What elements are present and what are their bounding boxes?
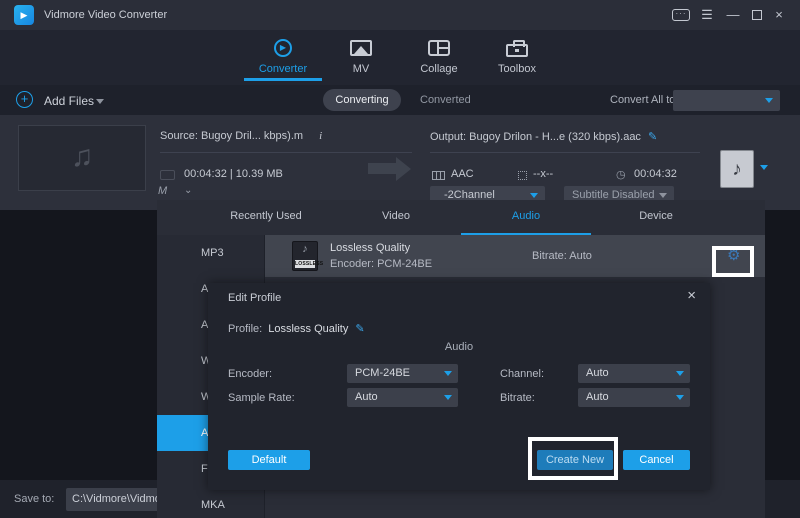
source-meta: 00:04:32 | 10.39 MB: [184, 168, 283, 180]
format-icon: [432, 171, 445, 180]
tab-recently-used[interactable]: Recently Used: [201, 200, 331, 235]
lossless-format-icon: ♪ LOSSLESS: [292, 241, 318, 271]
output-filename: Output: Bugoy Drilon - H...e (320 kbps).…: [430, 130, 657, 143]
encoder-label: Encoder:: [228, 368, 272, 380]
menu-icon[interactable]: ☰: [698, 7, 716, 23]
dialog-title: Edit Profile: [228, 292, 281, 304]
encoder-select[interactable]: PCM-24BE: [347, 364, 458, 383]
toolbar: + Add Files Converting Converted Convert…: [0, 85, 800, 115]
chevron-down-icon: [676, 395, 684, 400]
rename-pencil-icon[interactable]: ✎: [355, 323, 364, 335]
output-format: AAC: [451, 168, 474, 180]
titlebar: ▶ Vidmore Video Converter ··· ☰ — ×: [0, 0, 800, 30]
tab-collage[interactable]: Collage: [400, 30, 478, 85]
sidebar-item-mp3[interactable]: MP3: [157, 235, 264, 271]
clock-icon: ◷: [616, 168, 626, 181]
save-to-path-field[interactable]: C:\Vidmore\Vidmor: [66, 488, 170, 511]
tab-converted[interactable]: Converted: [420, 94, 471, 106]
tab-audio[interactable]: Audio: [461, 200, 591, 235]
format-item-title: Lossless Quality: [330, 242, 410, 254]
annotation-create-new-highlight: [528, 437, 618, 480]
format-item-bitrate: Bitrate: Auto: [532, 250, 592, 262]
format-list-item[interactable]: ♪ LOSSLESS Lossless Quality Encoder: PCM…: [265, 235, 765, 277]
app-logo-icon: ▶: [14, 5, 34, 25]
profile-value: Lossless Quality: [268, 323, 348, 335]
source-thumbnail: ♫: [18, 125, 146, 191]
sidebar-item-mka[interactable]: MKA: [157, 487, 264, 518]
dialog-close-icon[interactable]: ×: [687, 287, 696, 304]
save-to-label: Save to:: [14, 493, 54, 505]
format-mini-icon: [160, 170, 175, 180]
source-filename: Source: Bugoy Dril... kbps).mi: [160, 130, 322, 142]
tab-converter[interactable]: ▶ Converter: [244, 30, 322, 85]
divider: [430, 152, 700, 153]
tab-toolbox[interactable]: Toolbox: [478, 30, 556, 85]
app-title: Vidmore Video Converter: [44, 9, 167, 21]
profile-row: Profile:Lossless Quality✎: [228, 322, 365, 335]
chevron-down-icon: [530, 193, 538, 198]
output-format-caret-icon[interactable]: [760, 165, 768, 170]
sample-rate-label: Sample Rate:: [228, 392, 295, 404]
toolbox-icon: [506, 44, 528, 57]
collapse-chevron-icon[interactable]: ⌄: [184, 185, 192, 196]
file-task-row: ♫ Source: Bugoy Dril... kbps).mi 00:04:3…: [0, 115, 800, 210]
feedback-icon[interactable]: ···: [672, 9, 690, 21]
format-panel-tabs: Recently Used Video Audio Device: [201, 200, 721, 235]
edit-profile-dialog: Edit Profile × Profile:Lossless Quality✎…: [208, 283, 710, 490]
chevron-down-icon: [659, 193, 667, 198]
add-files-caret-icon[interactable]: [96, 99, 104, 104]
channel-select[interactable]: Auto: [578, 364, 690, 383]
chevron-down-icon: [765, 98, 773, 103]
minimize-icon[interactable]: —: [724, 7, 742, 23]
format-item-encoder: Encoder: PCM-24BE: [330, 258, 432, 270]
output-resolution: --x--: [533, 168, 553, 180]
convert-all-dropdown[interactable]: [673, 90, 780, 111]
maximize-icon[interactable]: [752, 10, 762, 20]
active-tab-underline: [244, 78, 322, 81]
music-note-icon: ♫: [19, 140, 145, 174]
cancel-button[interactable]: Cancel: [623, 450, 690, 470]
output-format-button[interactable]: ♪: [720, 150, 754, 188]
info-icon[interactable]: i: [319, 130, 322, 142]
chevron-down-icon: [444, 371, 452, 376]
bitrate-label: Bitrate:: [500, 392, 535, 404]
mv-icon: [350, 40, 372, 56]
audio-section-header: Audio: [208, 341, 710, 353]
tab-converting[interactable]: Converting: [323, 89, 401, 111]
converter-icon: ▶: [274, 39, 292, 57]
chevron-down-icon: [676, 371, 684, 376]
tab-video[interactable]: Video: [331, 200, 461, 235]
add-files-button[interactable]: Add Files: [44, 94, 94, 108]
tab-device[interactable]: Device: [591, 200, 721, 235]
collage-icon: [428, 40, 450, 56]
main-nav: ▶ Converter MV Collage Toolbox: [0, 30, 800, 85]
annotation-gear-highlight: [712, 246, 754, 277]
channel-label: Channel:: [500, 368, 544, 380]
close-icon[interactable]: ×: [770, 7, 788, 23]
default-button[interactable]: Default: [228, 450, 310, 470]
divider: [160, 152, 412, 153]
app-window: ▶ Vidmore Video Converter ··· ☰ — × ▶ Co…: [0, 0, 800, 518]
convert-all-label: Convert All to:: [610, 94, 678, 106]
chevron-down-icon: [444, 395, 452, 400]
tab-mv[interactable]: MV: [322, 30, 400, 85]
edit-pencil-icon[interactable]: ✎: [648, 131, 657, 143]
resolution-icon: [518, 171, 527, 180]
sample-rate-select[interactable]: Auto: [347, 388, 458, 407]
convert-arrow-icon: [368, 163, 396, 174]
bitrate-select[interactable]: Auto: [578, 388, 690, 407]
add-files-icon[interactable]: +: [16, 91, 33, 108]
output-duration: 00:04:32: [634, 168, 677, 180]
waveform-icon[interactable]: M: [158, 185, 167, 197]
